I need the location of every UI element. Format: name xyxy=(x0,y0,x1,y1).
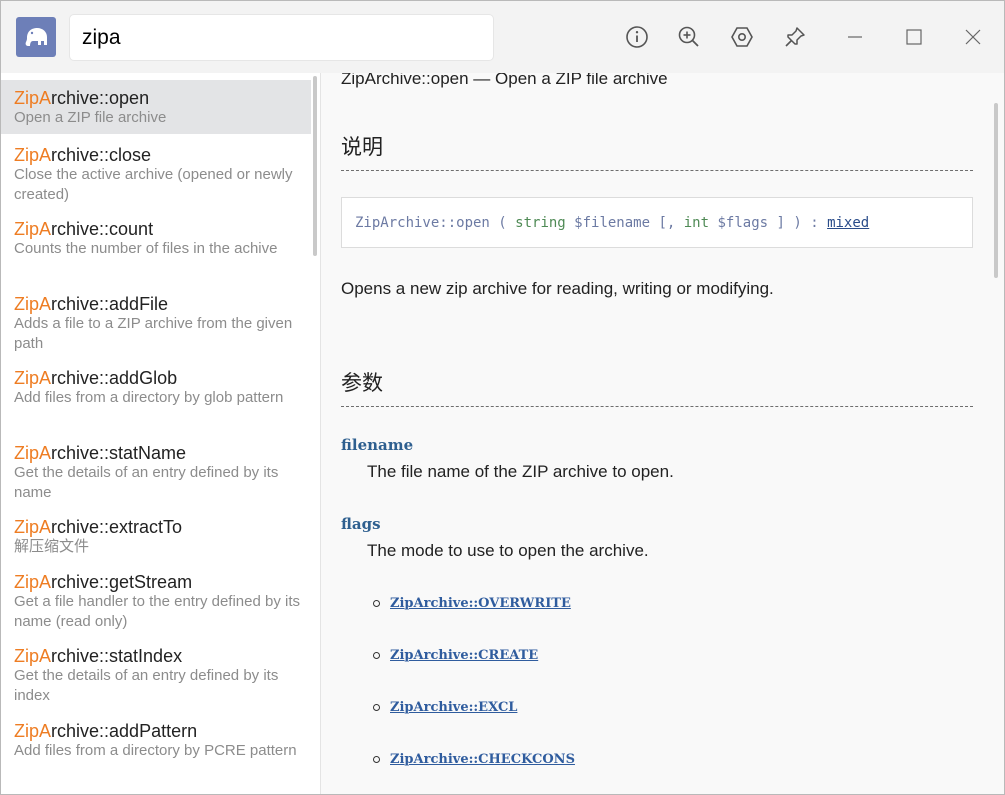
bullet-icon xyxy=(373,704,380,711)
result-item[interactable]: ZipArchive::getStream Get a file handler… xyxy=(1,572,311,632)
param-desc: The file name of the ZIP archive to open… xyxy=(367,462,674,481)
bullet-icon xyxy=(373,652,380,659)
sig-param-flags: $flags xyxy=(709,214,769,231)
result-title: ZipArchive::statName xyxy=(14,443,311,463)
list-item: ZipArchive::CREATE xyxy=(373,648,538,663)
result-desc: Open a ZIP file archive xyxy=(14,109,167,126)
list-item: ZipArchive::OVERWRITE xyxy=(373,596,571,611)
result-desc: 解压缩文件 xyxy=(14,538,90,555)
result-desc: Get the details of an entry defined by i… xyxy=(14,667,279,704)
result-match: ZipA xyxy=(14,219,52,239)
result-desc: Counts the number of files in the achive xyxy=(14,240,278,257)
result-item[interactable]: ZipArchive::addFile Adds a file to a ZIP… xyxy=(1,294,311,354)
section-heading-parameters: 参数 xyxy=(341,372,383,395)
result-name: rchive::close xyxy=(51,145,152,165)
result-item[interactable]: ZipArchive::statIndex Get the details of… xyxy=(1,646,311,706)
result-title: ZipArchive::close xyxy=(14,145,311,165)
results-list: ZipArchive::open Open a ZIP file archive… xyxy=(1,73,321,794)
result-desc: Close the active archive (opened or newl… xyxy=(14,166,293,203)
list-item: ZipArchive::EXCL xyxy=(373,700,517,715)
constant-link[interactable]: ZipArchive::OVERWRITE xyxy=(390,596,571,611)
list-item: ZipArchive::CHECKCONS xyxy=(373,752,575,767)
doc-refname: ZipArchive::open — Open a ZIP file archi… xyxy=(341,73,668,88)
sig-optional-open: [, xyxy=(650,214,684,231)
result-match: ZipA xyxy=(14,517,52,537)
maximize-icon[interactable] xyxy=(900,23,928,51)
section-divider xyxy=(341,406,973,407)
result-desc: Get the details of an entry defined by i… xyxy=(14,464,279,501)
result-item[interactable]: ZipArchive::extractTo 解压缩文件 xyxy=(1,517,311,557)
param-desc: The mode to use to open the archive. xyxy=(367,541,649,560)
section-divider xyxy=(341,170,973,171)
method-signature: ZipArchive::open ( string $filename [, i… xyxy=(341,197,973,248)
title-bar xyxy=(1,1,1004,73)
result-title: ZipArchive::getStream xyxy=(14,572,311,592)
result-match: ZipA xyxy=(14,572,52,592)
result-match: ZipA xyxy=(14,646,52,666)
result-name: rchive::open xyxy=(51,88,150,108)
result-title: ZipArchive::addFile xyxy=(14,294,311,314)
param-name: flags xyxy=(341,515,381,533)
search-box[interactable] xyxy=(69,14,494,61)
param-name: filename xyxy=(341,436,414,454)
result-name: rchive::getStream xyxy=(51,572,193,592)
result-desc: Adds a file to a ZIP archive from the gi… xyxy=(14,315,293,352)
sidebar-scrollbar[interactable] xyxy=(313,76,317,256)
result-item[interactable]: ZipArchive::statName Get the details of … xyxy=(1,443,311,503)
sig-param-filename: $filename xyxy=(565,214,651,231)
content-scrollbar[interactable] xyxy=(994,103,998,278)
result-name: rchive::statName xyxy=(51,443,187,463)
result-desc: Get a file handler to the entry defined … xyxy=(14,593,301,630)
result-desc: Add files from a directory by PCRE patte… xyxy=(14,742,297,759)
result-name: rchive::statIndex xyxy=(51,646,183,666)
doc-pane: ZipArchive::open — Open a ZIP file archi… xyxy=(321,73,1004,794)
result-title: ZipArchive::addGlob xyxy=(14,368,311,388)
result-item[interactable]: ZipArchive::close Close the active archi… xyxy=(1,145,311,205)
bullet-icon xyxy=(373,600,380,607)
sig-open-paren: ( xyxy=(489,214,516,231)
result-title: ZipArchive::open xyxy=(14,88,311,108)
pin-icon[interactable] xyxy=(781,23,809,51)
result-item[interactable]: ZipArchive::count Counts the number of f… xyxy=(1,219,311,259)
result-name: rchive::addGlob xyxy=(51,368,178,388)
constant-link[interactable]: ZipArchive::CHECKCONS xyxy=(390,752,575,767)
constant-link[interactable]: ZipArchive::EXCL xyxy=(390,700,517,715)
result-match: ZipA xyxy=(14,721,52,741)
result-title: ZipArchive::statIndex xyxy=(14,646,311,666)
result-title: ZipArchive::extractTo xyxy=(14,517,311,537)
result-match: ZipA xyxy=(14,443,52,463)
search-input[interactable] xyxy=(82,25,382,50)
result-item[interactable]: ZipArchive::open Open a ZIP file archive xyxy=(1,80,311,134)
section-heading-description: 说明 xyxy=(341,136,383,159)
result-name: rchive::count xyxy=(51,219,154,239)
elephant-icon xyxy=(16,17,56,57)
result-title: ZipArchive::count xyxy=(14,219,311,239)
bullet-icon xyxy=(373,756,380,763)
minimize-icon[interactable] xyxy=(841,23,869,51)
close-icon[interactable] xyxy=(959,23,987,51)
info-icon[interactable] xyxy=(623,23,651,51)
sig-optional-close: ] ) : xyxy=(768,214,828,231)
result-match: ZipA xyxy=(14,368,52,388)
result-item[interactable]: ZipArchive::addGlob Add files from a dir… xyxy=(1,368,311,408)
result-name: rchive::addFile xyxy=(51,294,169,314)
result-match: ZipA xyxy=(14,145,52,165)
result-desc: Add files from a directory by glob patte… xyxy=(14,389,284,406)
doc-description: Opens a new zip archive for reading, wri… xyxy=(341,279,774,298)
zoom-in-icon[interactable] xyxy=(675,23,703,51)
result-name: rchive::extractTo xyxy=(51,517,183,537)
app-window: ZipArchive::open Open a ZIP file archive… xyxy=(0,0,1005,795)
constant-link[interactable]: ZipArchive::CREATE xyxy=(390,648,538,663)
settings-icon[interactable] xyxy=(728,23,756,51)
result-match: ZipA xyxy=(14,88,52,108)
sig-type-int: int xyxy=(683,214,710,231)
sig-type-string: string xyxy=(515,214,566,231)
result-match: ZipA xyxy=(14,294,52,314)
sig-method: ZipArchive::open xyxy=(355,214,490,231)
return-type-link[interactable]: mixed xyxy=(827,215,869,231)
result-name: rchive::addPattern xyxy=(51,721,198,741)
result-item[interactable]: ZipArchive::addPattern Add files from a … xyxy=(1,721,311,761)
result-title: ZipArchive::addPattern xyxy=(14,721,311,741)
